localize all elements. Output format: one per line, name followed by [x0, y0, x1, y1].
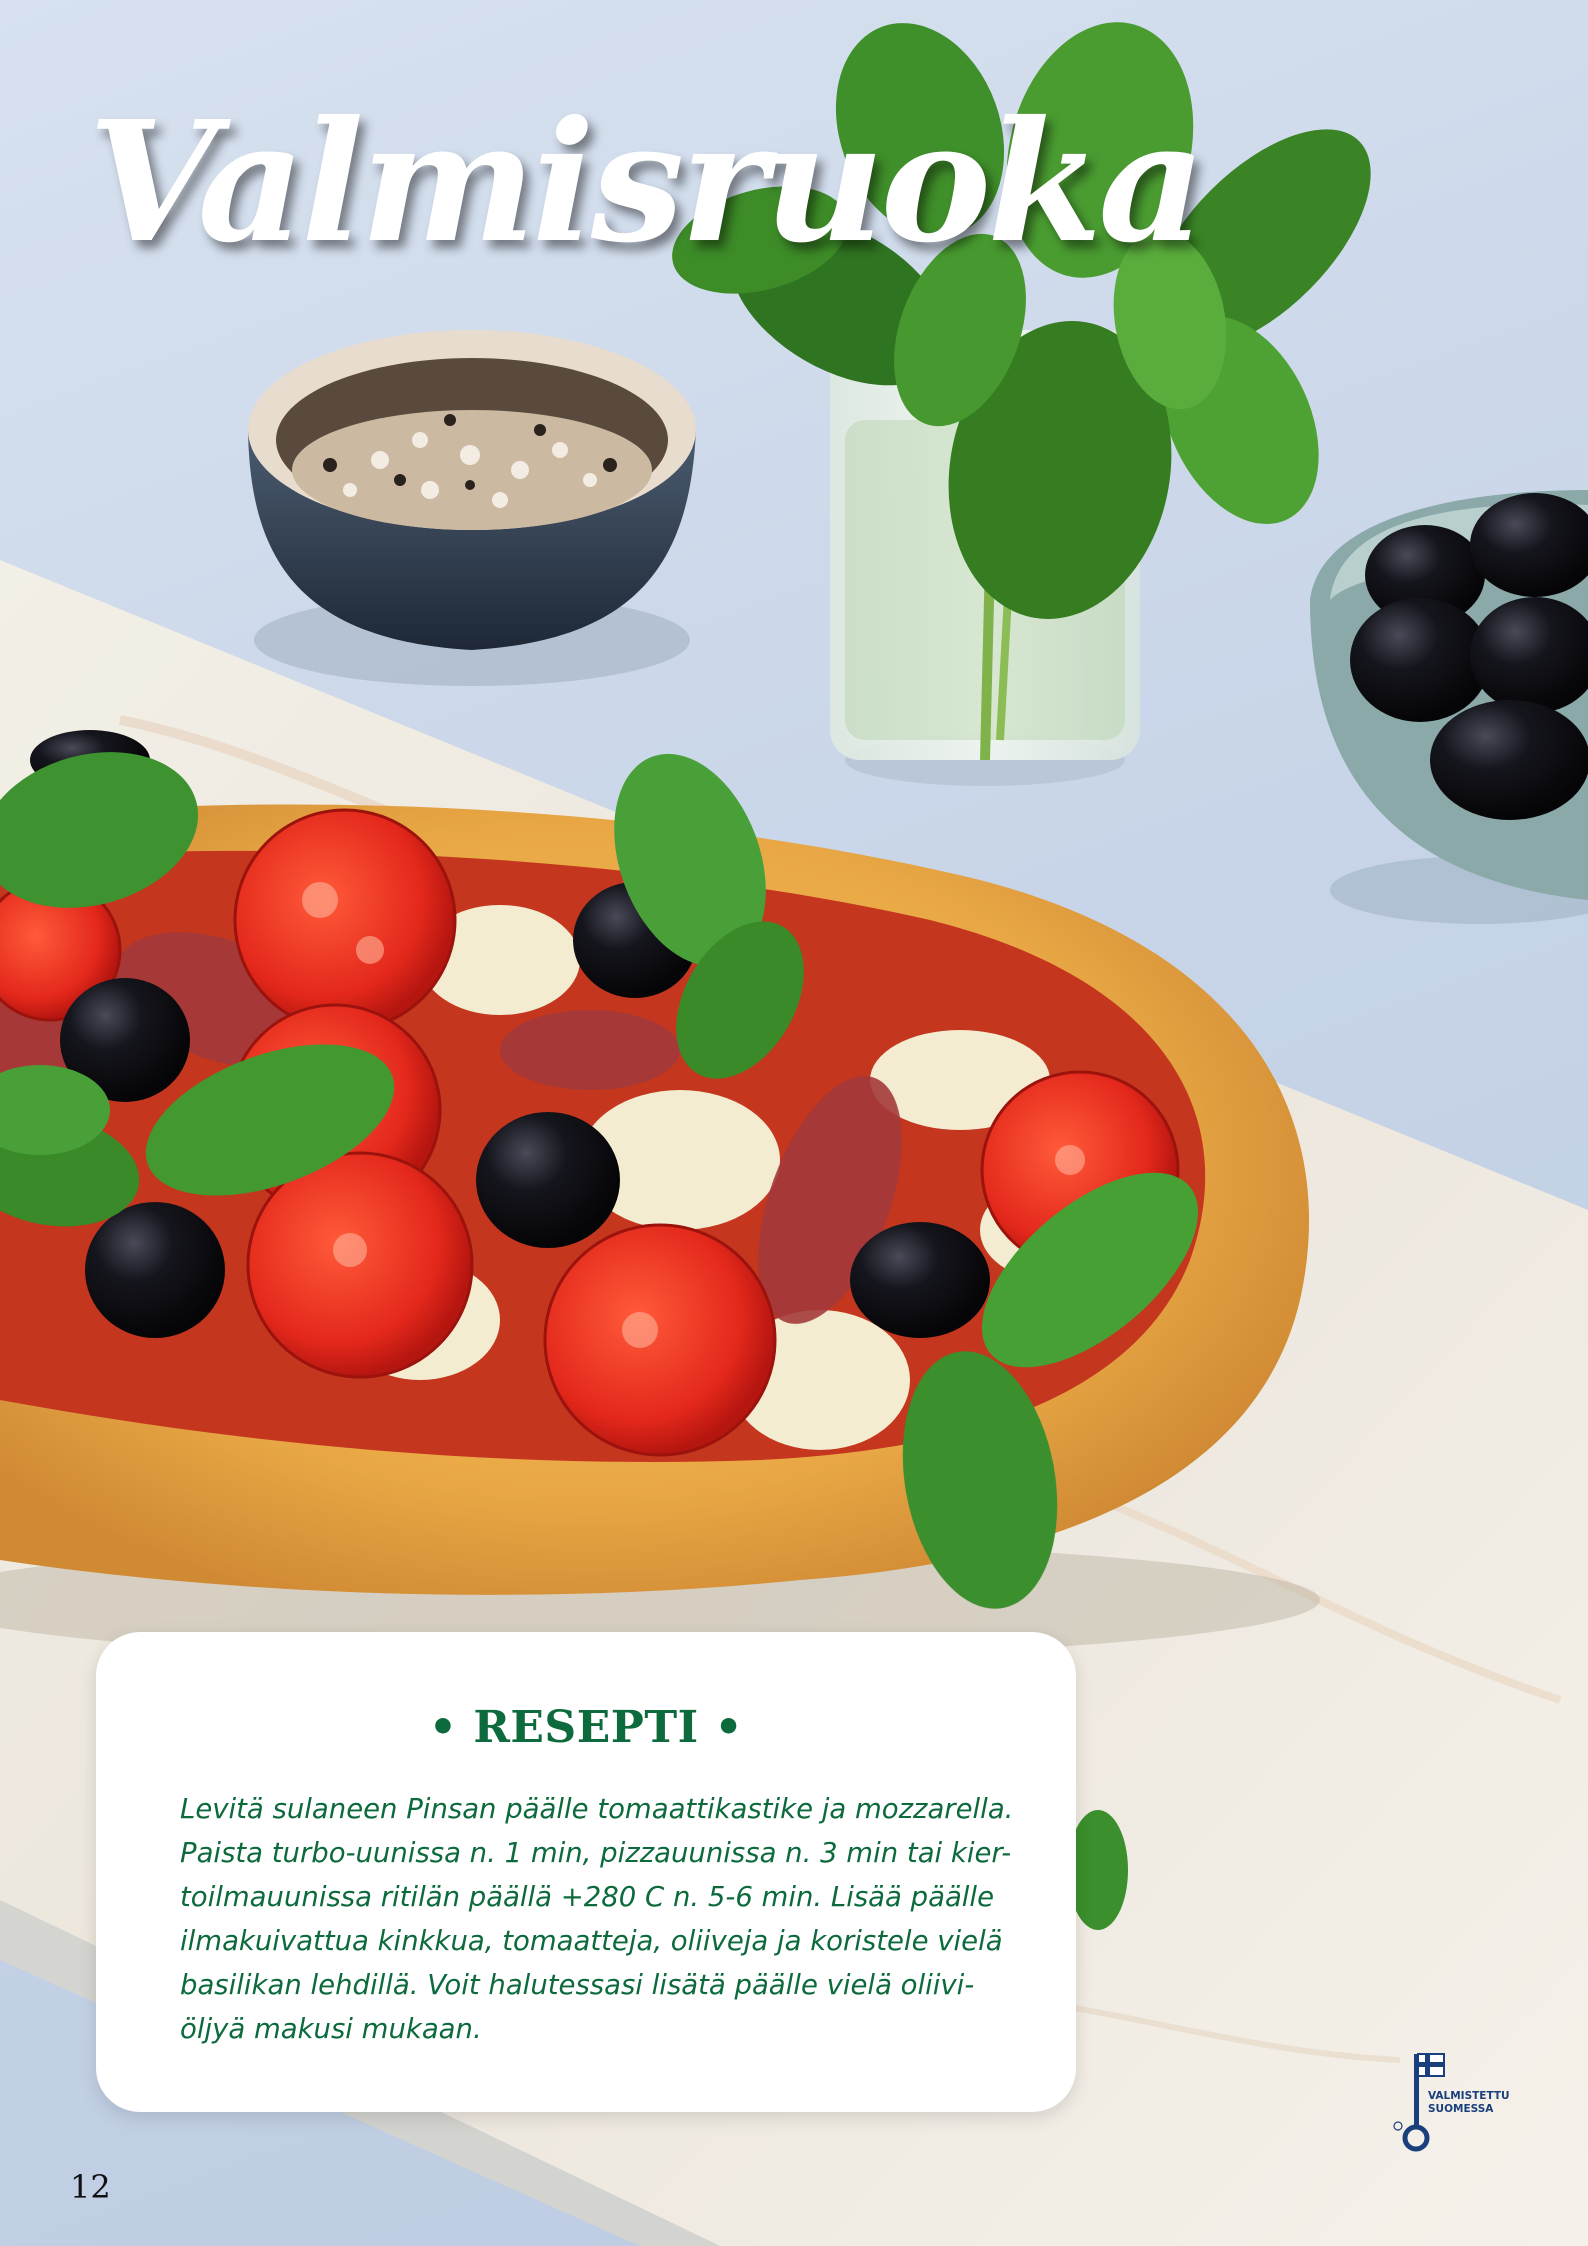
recipe-line: Levitä sulaneen Pinsan päälle tomaattika…: [180, 1793, 1014, 1825]
recipe-line: öljyä makusi mukaan.: [180, 2013, 482, 2045]
recipe-card: • RESEPTI • Levitä sulaneen Pinsan pääll…: [96, 1632, 1076, 2112]
made-in-finland-badge: VALMISTETTU SUOMESSA: [1428, 2090, 1510, 2116]
recipe-line: Paista turbo-uunissa n. 1 min, pizzauuni…: [180, 1837, 1012, 1869]
recipe-line: basilikan lehdillä. Voit halutessasi lis…: [180, 1969, 975, 2001]
recipe-heading: • RESEPTI •: [428, 1702, 744, 1753]
recipe-text: Levitä sulaneen Pinsan päälle tomaattika…: [180, 1787, 1014, 2051]
recipe-line: toilmauunissa ritilän päällä +280 C n. 5…: [180, 1881, 994, 1913]
badge-line: VALMISTETTU: [1428, 2090, 1510, 2102]
recipe-line: ilmakuivattua kinkkua, tomaatteja, oliiv…: [180, 1925, 1003, 1957]
badge-line: SUOMESSA: [1428, 2103, 1494, 2115]
page: Valmisruoka • RESEPTI • Levitä sulaneen …: [0, 0, 1588, 2246]
page-title: Valmisruoka: [88, 85, 1206, 280]
page-number: 12: [70, 2168, 111, 2206]
